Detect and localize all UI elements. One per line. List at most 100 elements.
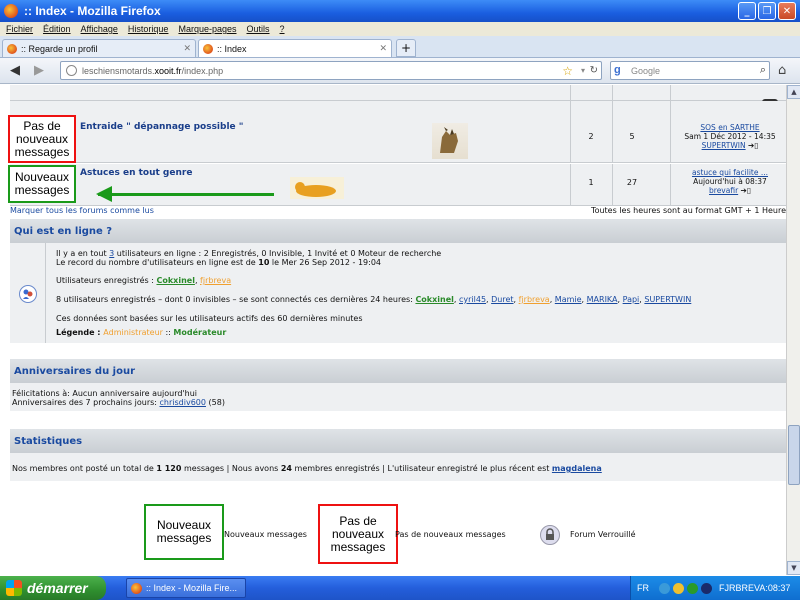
close-button[interactable]: ✕: [778, 2, 796, 20]
user-link[interactable]: cyril45: [459, 295, 486, 304]
scroll-up-arrow-icon[interactable]: ▲: [787, 85, 800, 99]
stats-body: Nos membres ont posté un total de 1 120 …: [10, 453, 786, 481]
stats-text: messages | Nous avons: [181, 464, 281, 473]
home-icon[interactable]: ⌂: [778, 63, 786, 78]
search-box[interactable]: g Google ⌕: [610, 61, 770, 80]
user-link[interactable]: Mamie: [555, 295, 582, 304]
timezone-note: Toutes les heures sont au format GMT + 1…: [591, 206, 786, 215]
forward-arrow-icon[interactable]: ▶: [30, 62, 48, 80]
vertical-scrollbar[interactable]: ▲ ▼: [786, 85, 800, 575]
tab-close-icon[interactable]: ✕: [183, 43, 191, 54]
last24-online: 8 utilisateurs enregistrés – dont 0 invi…: [56, 295, 692, 304]
birthday-upcoming: Anniversaires des 7 prochains jours: chr…: [12, 398, 225, 407]
birthdays-header: Anniversaires du jour: [10, 359, 786, 383]
legend-nonew-box-text: Pas de nouveaux messages: [330, 513, 386, 554]
forum-title-link[interactable]: Astuces en tout genre: [80, 168, 192, 178]
last-post-title-link[interactable]: astuce qui facilite ...: [675, 168, 785, 177]
tab-bar: :: Regarde un profil ✕ :: Index ✕ +: [0, 36, 800, 58]
online-text: Il y a en tout: [56, 249, 110, 258]
taskbar: démarrer :: Index - Mozilla Fire... FR F…: [0, 576, 800, 600]
back-arrow-icon[interactable]: ◀: [6, 62, 24, 80]
tray-app-icon[interactable]: [687, 582, 698, 594]
menu-affichage[interactable]: Affichage: [81, 24, 118, 34]
goto-last-post-icon[interactable]: ➔▯: [748, 141, 758, 150]
menubar: Fichier Édition Affichage Historique Mar…: [0, 22, 800, 36]
tray-network-icon[interactable]: [659, 582, 670, 594]
taskbar-firefox-task[interactable]: :: Index - Mozilla Fire...: [126, 578, 246, 598]
forum-title-link[interactable]: Entraide " dépannage possible ": [80, 122, 243, 132]
user-link-fjrbreva[interactable]: fjrbreva: [200, 276, 231, 285]
firefox-favicon-icon: [7, 43, 17, 54]
magnifier-icon[interactable]: ⌕: [760, 64, 766, 77]
user-link[interactable]: Cokxinel: [415, 295, 453, 304]
start-button[interactable]: démarrer: [0, 576, 106, 600]
menu-outils[interactable]: Outils: [247, 24, 270, 34]
last24-label: 8 utilisateurs enregistrés – dont 0 invi…: [56, 295, 416, 304]
user-link[interactable]: Duret: [491, 295, 513, 304]
reload-icon[interactable]: ↻: [590, 65, 598, 76]
registered-online: Utilisateurs enregistrés : Cokxinel, fjr…: [56, 276, 232, 285]
legend-locked-label: Forum Verrouillé: [570, 530, 636, 539]
clock: FJRBREVA:08:37: [719, 583, 791, 593]
page-content: messages Pas de nouveaux messages Entrai…: [0, 85, 786, 575]
url-dropdown-icon[interactable]: ▾: [581, 66, 585, 75]
user-link-cokxinel[interactable]: Cokxinel: [156, 276, 194, 285]
last-post-user-link[interactable]: brevafir: [709, 186, 738, 195]
goto-last-post-icon[interactable]: ➔▯: [741, 186, 751, 195]
posts-count: 5: [629, 132, 635, 141]
legend-sep: ::: [162, 328, 174, 337]
tab-index[interactable]: :: Index ✕: [198, 39, 392, 57]
language-indicator[interactable]: FR: [637, 583, 649, 593]
url-prefix: leschiensmotards.: [82, 65, 155, 76]
sleeping-dog-image: [290, 177, 344, 199]
firefox-favicon-icon: [203, 43, 213, 54]
tray-shield-icon[interactable]: [673, 582, 684, 594]
online-record: Le record du nombre d'utilisateurs en li…: [56, 258, 381, 267]
mark-all-read-link[interactable]: Marquer tous les forums comme lus: [10, 206, 154, 215]
legend-nonew-box: Pas de nouveaux messages: [318, 504, 398, 564]
firefox-icon: [4, 4, 18, 18]
search-placeholder: Google: [631, 65, 661, 76]
new-tab-button[interactable]: +: [396, 39, 416, 57]
menu-historique[interactable]: Historique: [128, 24, 169, 34]
user-link[interactable]: Papi: [623, 295, 640, 304]
user-link[interactable]: fjrbreva: [519, 295, 550, 304]
last-post-user-link[interactable]: SUPERTWIN: [702, 141, 746, 150]
users-online-icon: [19, 285, 37, 303]
registered-label: Utilisateurs enregistrés :: [56, 276, 157, 285]
tray-speaker-icon[interactable]: [701, 582, 712, 594]
menu-marque-pages[interactable]: Marque-pages: [178, 24, 236, 34]
tab-regarde-profil[interactable]: :: Regarde un profil ✕: [2, 39, 196, 57]
upcoming-age: (58): [205, 398, 225, 407]
legend-label: Légende :: [56, 328, 104, 337]
legend-modo: Modérateur: [173, 328, 227, 337]
newest-member-link[interactable]: magdalena: [552, 464, 602, 473]
status-label: Nouveaux messages: [14, 170, 70, 197]
maximize-button[interactable]: ❐: [758, 2, 776, 20]
url-domain: xooit.fr: [154, 65, 182, 76]
user-link-chrisdiv600[interactable]: chrisdiv600: [160, 398, 206, 407]
task-label: :: Index - Mozilla Fire...: [146, 583, 238, 593]
menu-help[interactable]: ?: [280, 24, 285, 34]
record-text: Le record du nombre d'utilisateurs en li…: [56, 258, 259, 267]
scrollbar-thumb[interactable]: [788, 425, 800, 485]
google-icon[interactable]: g: [614, 64, 628, 78]
menu-edition[interactable]: Édition: [43, 24, 71, 34]
user-link[interactable]: MARIKA: [587, 295, 618, 304]
url-bar[interactable]: leschiensmotards. xooit.fr/index.php ☆ ▾ …: [60, 61, 602, 80]
tab-close-icon[interactable]: ✕: [379, 43, 387, 54]
tab-label: :: Regarde un profil: [21, 43, 98, 54]
last-post-title-link[interactable]: SOS en SARTHE: [675, 123, 785, 132]
windows-logo-icon: [6, 580, 22, 596]
bookmark-star-icon[interactable]: ☆: [562, 64, 573, 78]
user-link[interactable]: SUPERTWIN: [644, 295, 691, 304]
system-tray: FR FJRBREVA:08:37: [630, 576, 800, 600]
legend-new-box: Nouveaux messages: [144, 504, 224, 560]
stats-text: membres enregistrés | L'utilisateur enre…: [292, 464, 552, 473]
legend-admin: Administrateur: [103, 328, 163, 337]
green-arrow-line: [98, 193, 274, 196]
minimize-button[interactable]: _: [738, 2, 756, 20]
scroll-down-arrow-icon[interactable]: ▼: [787, 561, 800, 575]
menu-fichier[interactable]: Fichier: [6, 24, 33, 34]
birthday-today: Félicitations à: Aucun anniversaire aujo…: [12, 389, 198, 398]
